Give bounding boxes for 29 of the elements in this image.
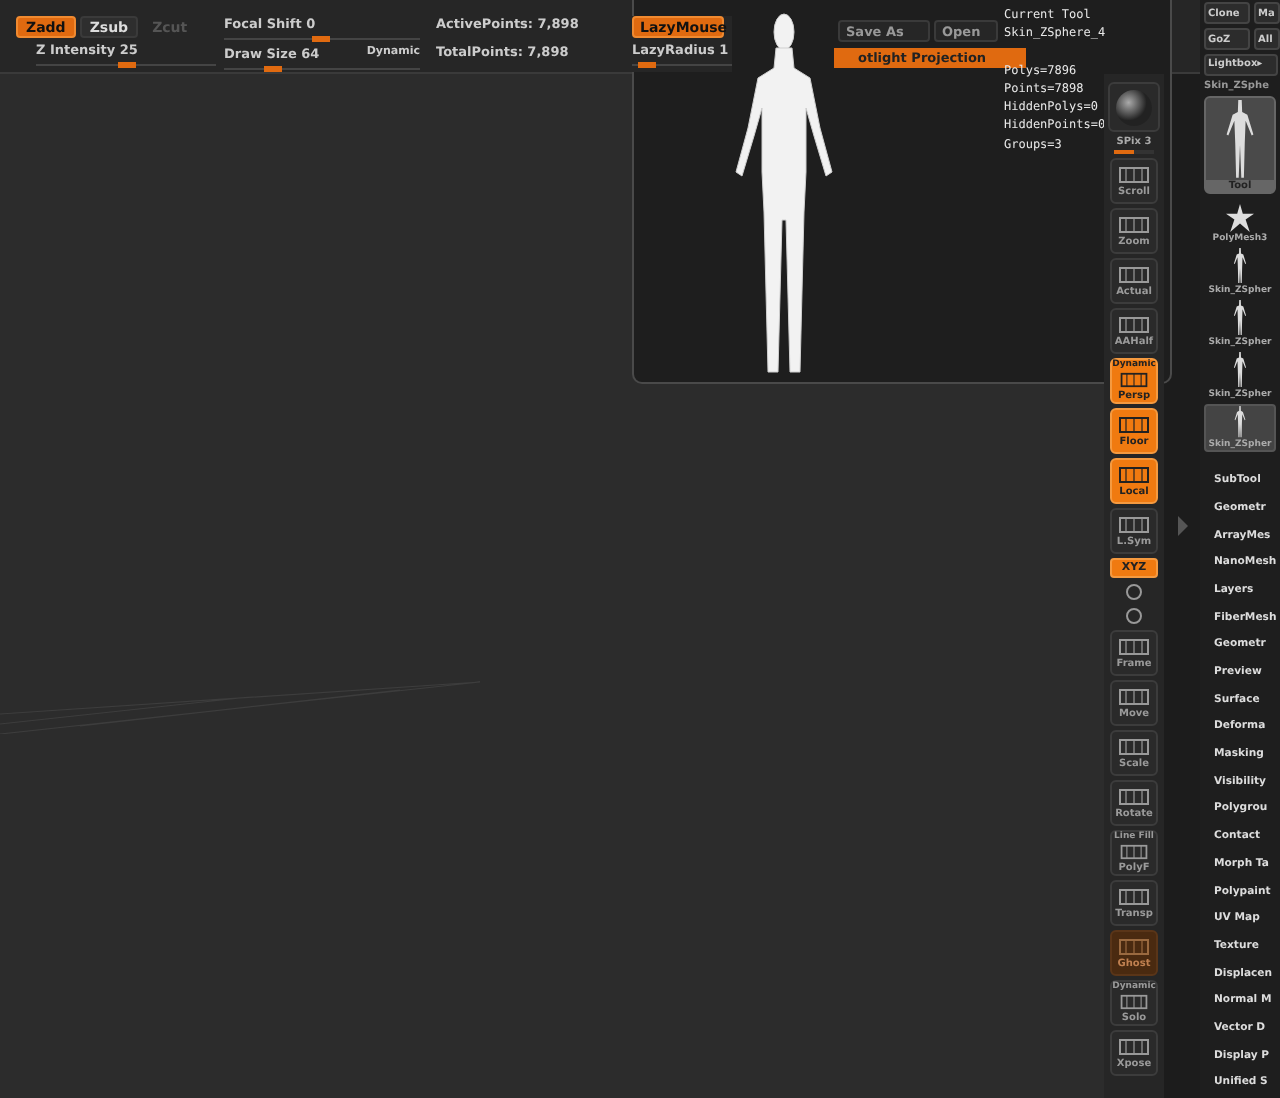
tool-icon [1118, 737, 1150, 755]
star-icon [1226, 204, 1254, 233]
tool-icon [1118, 937, 1150, 955]
tool-icon [1118, 515, 1150, 533]
tool-icon [1118, 1037, 1150, 1055]
tool-icon [1118, 687, 1150, 705]
tool-icon [1118, 415, 1150, 433]
tool-icon [1118, 637, 1150, 655]
mannequin-icon [1230, 352, 1250, 389]
sphere-icon [1114, 87, 1154, 127]
mannequin-icon [1230, 300, 1250, 337]
mannequin-icon [1230, 406, 1250, 439]
slider-thumb[interactable] [117, 62, 135, 68]
tool-icon [1118, 165, 1150, 183]
tool-icon [1118, 315, 1150, 333]
mannequin-icon [1230, 248, 1250, 285]
tool-icon [1118, 215, 1150, 233]
tool-icon [1118, 265, 1150, 283]
tool-icon [1118, 787, 1150, 805]
tool-icon [1118, 887, 1150, 905]
tool-icon [1118, 994, 1150, 1010]
collapse-arrow-icon[interactable] [1177, 516, 1187, 536]
slider-thumb[interactable] [263, 66, 282, 72]
slider-thumb[interactable] [637, 62, 655, 68]
tool-icon [1118, 844, 1150, 860]
tool-icon [1118, 465, 1150, 483]
tool-icon [1118, 372, 1150, 388]
material-button[interactable] [1108, 82, 1160, 132]
slider-thumb[interactable] [312, 36, 331, 42]
